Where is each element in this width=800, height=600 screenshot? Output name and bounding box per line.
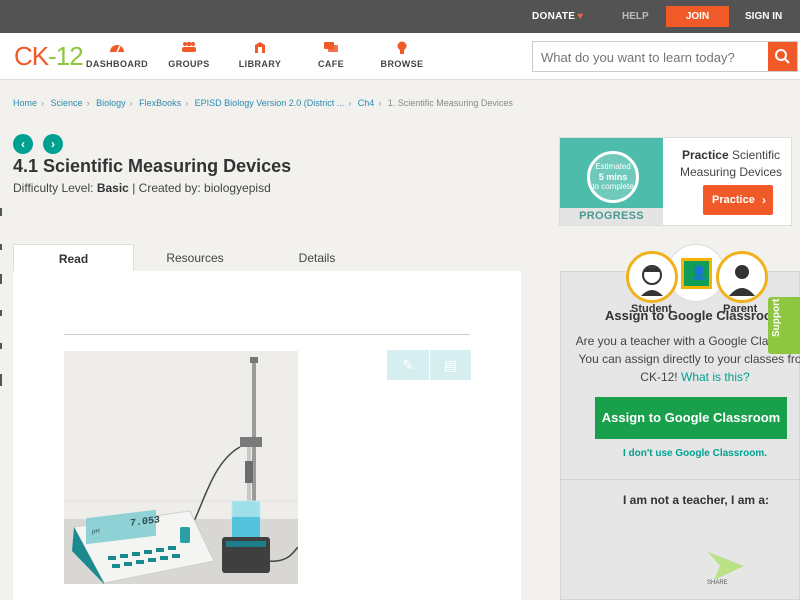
nav-library[interactable]: LIBRARY (225, 41, 295, 69)
cafe-icon (296, 41, 366, 57)
browse-icon (367, 41, 437, 57)
breadcrumb-chapter[interactable]: Ch4 (358, 98, 375, 108)
practice-card: Estimated 5 mins to complete PROGRESS Pr… (559, 137, 792, 226)
student-icon (641, 265, 663, 296)
side-toolbar-marker (0, 274, 2, 284)
practice-title: Practice Scientific Measuring Devices (679, 148, 783, 179)
page-title: 4.1 Scientific Measuring Devices (13, 156, 292, 176)
no-classroom-link[interactable]: I don't use Google Classroom. (623, 448, 767, 459)
annotate-button[interactable]: ✎ (387, 350, 429, 380)
lesson-content: 7.053 pH ✎ ▤ (13, 271, 521, 600)
content-divider (64, 334, 470, 335)
support-tab[interactable]: Support (768, 297, 800, 354)
side-toolbar-marker (0, 374, 2, 386)
parent-label: Parent (723, 303, 758, 315)
device-display-unit: pH (92, 529, 100, 536)
notes-button[interactable]: ▤ (429, 350, 471, 380)
role-prompt: I am not a teacher, I am a: (623, 493, 770, 507)
side-toolbar-marker (0, 310, 2, 316)
ph-meter-photo: 7.053 pH (64, 351, 298, 584)
student-label: Student (631, 303, 672, 315)
side-toolbar-marker (0, 343, 2, 349)
join-button[interactable]: JOIN (666, 6, 729, 27)
previous-lesson-button[interactable]: ‹ (13, 134, 33, 154)
assign-classroom-button[interactable]: Assign to Google Classroom (595, 397, 787, 439)
nav-cafe[interactable]: CAFE (296, 41, 366, 69)
chevron-right-icon: › (762, 193, 766, 207)
groups-icon (154, 41, 224, 57)
parent-role-button[interactable] (716, 251, 768, 303)
notes-icon: ▤ (443, 357, 458, 373)
sign-in-link[interactable]: SIGN IN (745, 11, 782, 22)
parent-icon (729, 265, 755, 296)
share-label[interactable]: SHARE (707, 580, 728, 586)
next-lesson-button[interactable]: › (43, 134, 63, 154)
dashboard-icon (82, 41, 152, 57)
ck12-logo[interactable]: CK-12 (14, 41, 84, 72)
side-toolbar-marker (0, 244, 2, 250)
lesson-meta: Difficulty Level: Basic | Created by: bi… (13, 181, 271, 195)
tab-resources[interactable]: Resources (134, 244, 256, 272)
nav-browse[interactable]: BROWSE (367, 41, 437, 69)
estimate-badge: Estimated 5 mins to complete (587, 151, 639, 203)
share-icon[interactable] (706, 548, 746, 584)
panel-divider (561, 479, 800, 480)
chevron-right-icon: › (51, 137, 55, 151)
content-tools: ✎ ▤ (387, 350, 471, 380)
classroom-icon: 👤 (681, 258, 712, 289)
tab-read[interactable]: Read (13, 244, 134, 272)
heart-icon: ♥ (577, 11, 584, 22)
nav-groups[interactable]: GROUPS (154, 41, 224, 69)
main-header: CK-12 DASHBOARD GROUPS LIBRARY CAFE BROW… (0, 33, 800, 80)
side-toolbar-marker (0, 208, 2, 216)
student-role-button[interactable] (626, 251, 678, 303)
donate-link[interactable]: DONATE ♥ (532, 11, 584, 22)
difficulty-value: Basic (96, 181, 129, 195)
breadcrumb-biology[interactable]: Biology (96, 98, 126, 108)
practice-thumbnail: Estimated 5 mins to complete PROGRESS (560, 138, 663, 225)
author-name: biologyepisd (204, 181, 271, 195)
help-link[interactable]: HELP (622, 11, 649, 22)
google-classroom-panel: Assign to Google Classroom Are you a tea… (560, 271, 800, 600)
breadcrumb-current: 1. Scientific Measuring Devices (387, 98, 513, 108)
top-bar: DONATE ♥ HELP JOIN SIGN IN (0, 0, 800, 33)
breadcrumb: Home › Science › Biology › FlexBooks › EPISD… (13, 98, 513, 108)
search-icon (775, 49, 790, 64)
pencil-icon: ✎ (402, 357, 414, 373)
search-box (532, 41, 798, 72)
search-input[interactable] (541, 48, 766, 66)
lesson-tabs: Read Resources Details (13, 244, 521, 272)
nav-dashboard[interactable]: DASHBOARD (82, 41, 152, 69)
library-icon (225, 41, 295, 57)
breadcrumb-flexbooks[interactable]: FlexBooks (139, 98, 181, 108)
breadcrumb-book[interactable]: EPISD Biology Version 2.0 (District ... (195, 98, 345, 108)
progress-label: PROGRESS (560, 208, 663, 225)
search-button[interactable] (768, 42, 797, 71)
breadcrumb-science[interactable]: Science (51, 98, 83, 108)
practice-button[interactable]: Practice › (703, 185, 773, 215)
classroom-description: Are you a teacher with a Google Classroo… (575, 334, 800, 384)
chevron-left-icon: ‹ (21, 137, 25, 151)
breadcrumb-home[interactable]: Home (13, 98, 37, 108)
what-is-this-link[interactable]: What is this? (681, 370, 750, 384)
tab-details[interactable]: Details (256, 244, 378, 272)
